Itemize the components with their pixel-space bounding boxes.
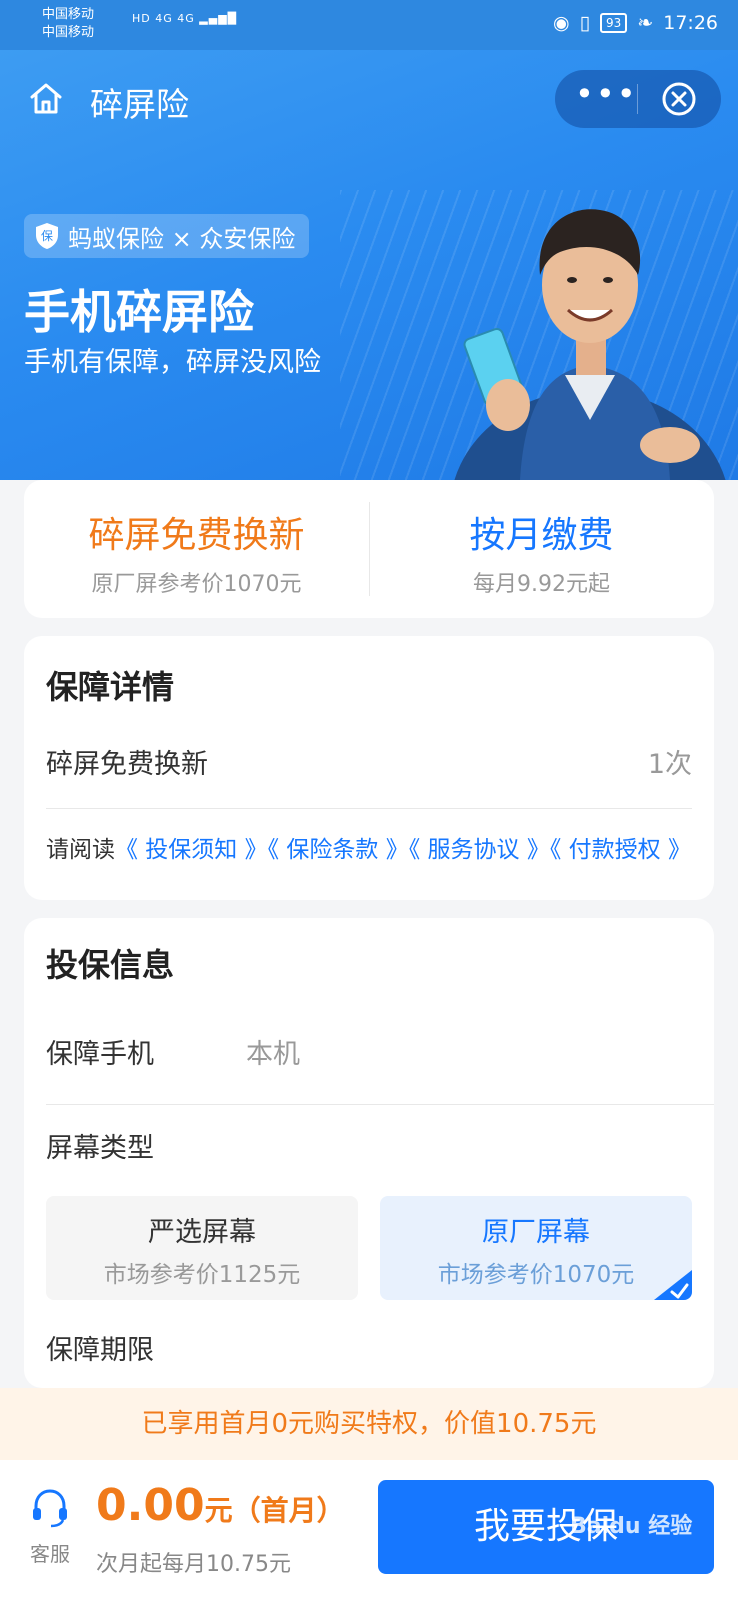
screen-option-original[interactable]: 原厂屏幕 市场参考价1070元	[380, 1196, 692, 1300]
carrier-1: 中国移动	[42, 7, 95, 22]
highlight-free-replace: 碎屏免费换新 原厂屏参考价1070元	[24, 480, 369, 618]
terms-prefix: 请阅读	[46, 837, 115, 863]
signal-indicator: HD 4G 4G ▂▄▆█	[132, 12, 237, 25]
screen-option-selected-grade[interactable]: 严选屏幕 市场参考价1125元	[46, 1196, 358, 1300]
terms-link-notice[interactable]: 《 投保须知 》	[115, 837, 268, 863]
price-value: 0.00	[96, 1480, 205, 1531]
svg-text:保: 保	[41, 229, 53, 243]
baidu-watermark: Baidu 经验	[570, 1514, 693, 1539]
coverage-details-card: 保障详情 碎屏免费换新 1次 请阅读《 投保须知 》《 保险条款 》《 服务协议…	[24, 636, 714, 900]
terms-line: 请阅读《 投保须知 》《 保险条款 》《 服务协议 》《 付款授权 》	[46, 830, 691, 864]
highlight-card: 碎屏免费换新 原厂屏参考价1070元 按月缴费 每月9.92元起	[24, 480, 714, 618]
headset-icon	[33, 1489, 67, 1528]
more-button[interactable]: •••	[575, 78, 636, 120]
option-name: 严选屏幕	[148, 1217, 256, 1248]
smiling-man-illustration	[454, 209, 726, 480]
vibrate-icon: ▯	[579, 12, 591, 34]
eye-icon: ◉	[552, 12, 570, 34]
divider	[46, 1104, 714, 1105]
brand-tag: 保 蚂蚁保险 × 众安保险	[24, 214, 310, 258]
signal-text: 4G 4G	[155, 12, 195, 25]
hero-subtitle: 手机有保障，碎屏没风险	[24, 347, 321, 378]
next-month-price: 次月起每月10.75元	[96, 1552, 291, 1577]
clock: 17:26	[663, 12, 718, 34]
coverage-row-value: 1次	[647, 749, 692, 780]
section-title: 保障详情	[46, 668, 175, 706]
status-right: ◉ ▯ 93 ❧ 17:26	[553, 12, 718, 34]
screen-type-label: 屏幕类型	[46, 1133, 154, 1164]
terms-link-service[interactable]: 《 服务协议 》	[409, 837, 550, 863]
highlight-subtitle: 原厂屏参考价1070元	[91, 572, 302, 597]
shield-icon: 保	[36, 223, 58, 249]
battery-indicator: 93	[600, 13, 628, 33]
divider	[46, 808, 692, 809]
miniapp-capsule: •••	[555, 70, 721, 128]
terms-link-payment[interactable]: 《 付款授权 》	[550, 837, 691, 863]
section-title: 投保信息	[46, 946, 175, 984]
highlight-subtitle: 每月9.92元起	[473, 572, 610, 597]
hero-banner: 碎屏险 ••• 保 蚂蚁保险 × 众安保险 手机碎屏险 手机有保障，碎屏没风险	[0, 50, 738, 480]
carrier-info: 中国移动 中国移动	[42, 6, 94, 42]
hero-title: 手机碎屏险	[24, 285, 254, 339]
insure-info-card: 投保信息 保障手机 本机 屏幕类型 严选屏幕 市场参考价1125元 原厂屏幕 市…	[24, 918, 714, 1388]
terms-link-clauses[interactable]: 《 保险条款 》	[268, 837, 409, 863]
option-price: 市场参考价1070元	[437, 1262, 635, 1288]
page-title: 碎屏险	[90, 85, 189, 124]
checkmark-icon	[654, 1270, 692, 1300]
period-label: 保障期限	[46, 1335, 154, 1366]
customer-service-button[interactable]: 客服	[24, 1486, 76, 1567]
phone-value[interactable]: 本机	[246, 1032, 300, 1071]
option-price: 市场参考价1125元	[103, 1262, 301, 1288]
option-name: 原厂屏幕	[482, 1217, 590, 1248]
highlight-title: 碎屏免费换新	[88, 515, 305, 556]
coverage-row-label: 碎屏免费换新	[46, 749, 208, 780]
brand-text: 蚂蚁保险 × 众安保险	[68, 224, 296, 253]
signal-bars-icon: ▂▄▆█	[199, 12, 238, 25]
price-unit: 元（首月）	[204, 1494, 345, 1527]
capsule-divider	[637, 84, 638, 114]
price-display: 0.00元（首月）	[96, 1480, 345, 1531]
service-label: 客服	[30, 1542, 70, 1566]
close-icon[interactable]	[661, 81, 697, 117]
hd-badge: HD	[132, 12, 151, 25]
highlight-title: 按月缴费	[469, 515, 614, 556]
carrier-2: 中国移动	[42, 25, 95, 40]
phone-label: 保障手机	[46, 1039, 154, 1070]
leaf-icon: ❧	[637, 12, 654, 34]
highlight-monthly-pay: 按月缴费 每月9.92元起	[369, 480, 714, 618]
promo-banner: 已享用首月0元购买特权，价值10.75元	[0, 1388, 738, 1460]
home-icon[interactable]	[28, 80, 64, 116]
status-bar: 中国移动 中国移动 HD 4G 4G ▂▄▆█ ◉ ▯ 93 ❧ 17:26	[0, 0, 738, 50]
